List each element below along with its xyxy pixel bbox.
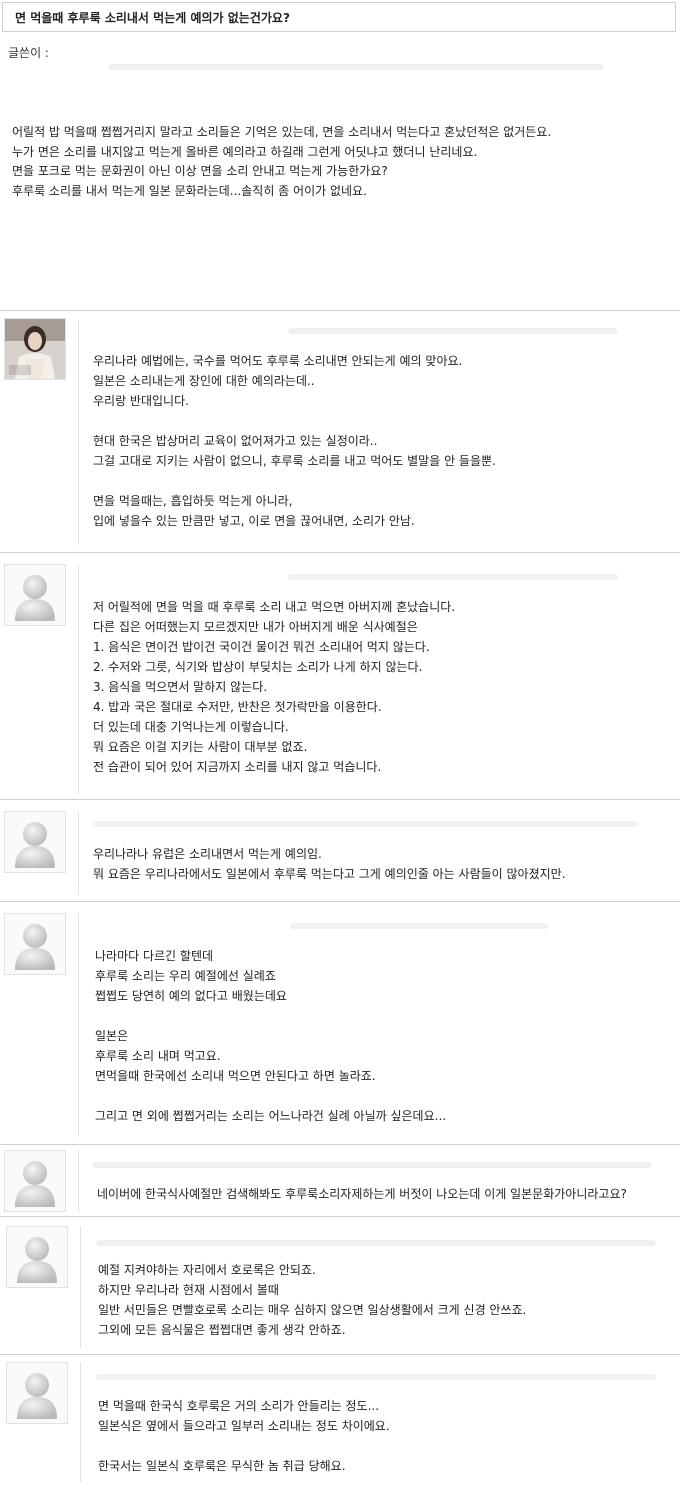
comment-text: 예절 지켜야하는 자리에서 호로록은 안되죠. 하지만 우리나라 현재 시점에서… <box>98 1260 526 1340</box>
comment-line: 그걸 고대로 지키는 사람이 없으니, 후루룩 소리를 내고 먹어도 별말을 안… <box>93 454 496 468</box>
comment-line: 전 습관이 되어 있어 지금까지 소리를 내지 않고 먹습니다. <box>93 760 382 774</box>
comment-text: 우리나라 예법에는, 국수를 먹어도 후루룩 소리내면 안되는게 예의 맞아요.… <box>93 351 496 531</box>
comment-border <box>78 320 79 545</box>
comment-text: 우리나라나 유럽은 소리내면서 먹는게 예의임. 뭐 요즘은 우리나라에서도 일… <box>93 844 566 884</box>
comment-border <box>80 1362 81 1482</box>
comment-line: 예절 지켜야하는 자리에서 호로록은 안되죠. <box>98 1263 316 1277</box>
comment-divider <box>0 1216 680 1217</box>
comment-border <box>78 913 79 1137</box>
comment-line: 입에 넣을수 있는 만큼만 넣고, 이로 면을 끊어내면, 소리가 안남. <box>93 514 415 528</box>
comment-border <box>78 1150 79 1212</box>
comment-line: 1. 음식은 면이건 밥이건 국이건 물이건 뭐건 소리내어 먹지 않는다. <box>93 640 430 654</box>
avatar[interactable] <box>6 1362 68 1424</box>
comment-divider <box>0 1144 680 1145</box>
comment-border <box>78 811 79 895</box>
comment-line: 면먹을때 한국에선 소리내 먹으면 안된다고 하면 놀라죠. <box>95 1069 376 1083</box>
comment: 네이버에 한국식사예절만 검색해봐도 후루룩소리자제하는게 버젓이 나오는데 이… <box>0 1144 680 1216</box>
comment-line: 다른 집은 어떠했는지 모르겠지만 내가 아버지게 배운 식사예절은 <box>93 620 418 634</box>
comment-text: 면 먹을때 한국식 호루룩은 거의 소리가 안들리는 정도... 일본식은 옆에… <box>98 1396 390 1476</box>
comment-line: 우리나라나 유럽은 소리내면서 먹는게 예의임. <box>93 847 322 861</box>
comment-line: 일본식은 옆에서 들으라고 일부러 소리내는 정도 차이에요. <box>98 1419 390 1433</box>
default-user-icon <box>15 1161 55 1207</box>
comment-line: 뭐 요즘은 우리나라에서도 일본에서 후루룩 먹는다고 그게 예의인줄 아는 사… <box>93 867 566 881</box>
avatar[interactable] <box>6 1226 68 1288</box>
comment-line: 하지만 우리나라 현재 시점에서 볼때 <box>98 1283 279 1297</box>
commenter-name-redacted <box>290 923 548 929</box>
comment: 예절 지켜야하는 자리에서 호로록은 안되죠. 하지만 우리나라 현재 시점에서… <box>0 1216 680 1354</box>
comment-line: 네이버에 한국식사예절만 검색해봐도 후루룩소리자제하는게 버젓이 나오는데 이… <box>97 1187 627 1201</box>
avatar[interactable] <box>4 1150 66 1212</box>
comment-line: 일본은 소리내는게 장인에 대한 예의라는데.. <box>93 374 315 388</box>
default-user-icon <box>15 924 55 970</box>
comment-border <box>80 1226 81 1348</box>
commenter-name-redacted <box>96 1240 656 1246</box>
comment-line: 후루룩 소리 내며 먹고요. <box>95 1049 221 1063</box>
comment-line: 나라마다 다르긴 할텐데 <box>95 949 214 963</box>
comment-line: 저 어릴적에 면을 먹을 때 후루룩 소리 내고 먹으면 아버지께 혼났습니다. <box>93 600 456 614</box>
comment-line: 쩝쩝도 당연히 예의 없다고 배웠는데요 <box>95 989 287 1003</box>
comment-line: 우리나라 예법에는, 국수를 먹어도 후루룩 소리내면 안되는게 예의 맞아요. <box>93 354 463 368</box>
comment-line: 3. 음식을 먹으면서 말하지 않는다. <box>93 680 268 694</box>
avatar[interactable] <box>4 811 66 873</box>
comment-line: 현대 한국은 밥상머리 교육이 없어져가고 있는 실정이라.. <box>93 434 378 448</box>
comment-line: 면 먹을때 한국식 호루룩은 거의 소리가 안들리는 정도... <box>98 1399 380 1413</box>
comment-line: 우리랑 반대입니다. <box>93 394 189 408</box>
post-body: 어릴적 밥 먹을때 쩝쩝거리지 말라고 소리들은 기억은 있는데, 면을 소리내… <box>12 123 667 201</box>
comment-line: 그리고 면 외에 쩝쩝거리는 소리는 어느나라건 실례 아닐까 싶은데요... <box>95 1109 447 1123</box>
comment: 저 어릴적에 면을 먹을 때 후루룩 소리 내고 먹으면 아버지께 혼났습니다.… <box>0 552 680 799</box>
comment-divider <box>0 901 680 902</box>
commenter-name-redacted <box>92 1162 652 1168</box>
comment: 우리나라 예법에는, 국수를 먹어도 후루룩 소리내면 안되는게 예의 맞아요.… <box>0 310 680 552</box>
post-body-line: 후루룩 소리를 내서 먹는게 일본 문화라는데...솔직히 좀 어이가 없네요. <box>12 183 367 198</box>
comment-line: 후루룩 소리는 우리 예절에선 실례죠 <box>95 969 276 983</box>
default-user-icon <box>17 1373 57 1419</box>
comment-line: 2. 수저와 그릇, 식기와 밥상이 부딪치는 소리가 나게 하지 않는다. <box>93 660 423 674</box>
comment-line <box>93 471 496 491</box>
post-title-bar: 면 먹을때 후루룩 소리내서 먹는게 예의가 없는건가요? <box>2 2 676 32</box>
commenter-name-redacted <box>288 328 618 334</box>
commenter-name-redacted <box>96 1374 656 1380</box>
comment-border <box>78 566 79 794</box>
comment-line <box>98 1436 390 1456</box>
author-name-redacted <box>108 64 604 70</box>
comment: 우리나라나 유럽은 소리내면서 먹는게 예의임. 뭐 요즘은 우리나라에서도 일… <box>0 799 680 901</box>
default-user-icon <box>15 575 55 621</box>
comment-line: 일본은 <box>95 1029 129 1043</box>
comment-line: 뭐 요즘은 이걸 지키는 사람이 대부분 없죠. <box>93 740 308 754</box>
post-body-line: 누가 면은 소리를 내지않고 먹는게 올바른 예의라고 하길래 그런게 어딧냐고… <box>12 144 478 159</box>
comment-line <box>93 411 496 431</box>
default-user-icon <box>15 822 55 868</box>
comment-line: 더 있는데 대충 기억나는게 이렇습니다. <box>93 720 289 734</box>
comment-line: 면을 먹을때는, 흡입하듯 먹는게 아니라, <box>93 494 293 508</box>
commenter-name-redacted <box>288 574 618 580</box>
comment-line <box>95 1006 446 1026</box>
comment-divider <box>0 552 680 553</box>
comment-line: 4. 밥과 국은 절대로 수저만, 반찬은 젓가락만을 이용한다. <box>93 700 382 714</box>
avatar[interactable] <box>4 564 66 626</box>
post-body-line: 어릴적 밥 먹을때 쩝쩝거리지 말라고 소리들은 기억은 있는데, 면을 소리내… <box>12 125 552 139</box>
comment-divider <box>0 310 680 311</box>
user-photo-icon <box>5 319 65 379</box>
comment-line: 한국서는 일본식 호루룩은 무식한 놈 취급 당해요. <box>98 1459 346 1473</box>
comment-line: 그외에 모든 음식물은 쩝쩝대면 좋게 생각 안하죠. <box>98 1323 346 1337</box>
comment-text: 저 어릴적에 면을 먹을 때 후루룩 소리 내고 먹으면 아버지께 혼났습니다.… <box>93 597 455 777</box>
comment-line: 일반 서민들은 면빨호로록 소리는 매우 심하지 않으면 일상생활에서 크게 신… <box>98 1303 527 1317</box>
avatar[interactable] <box>4 913 66 975</box>
default-user-icon <box>17 1237 57 1283</box>
author-label: 글쓴이 : <box>8 46 49 60</box>
post-body-line: 면을 포크로 먹는 문화권이 아닌 이상 면을 소리 안내고 먹는게 가능한가요… <box>12 164 388 178</box>
commenter-name-redacted <box>92 821 637 827</box>
comment: 나라마다 다르긴 할텐데 후루룩 소리는 우리 예절에선 실례죠 쩝쩝도 당연히… <box>0 901 680 1144</box>
comment-divider <box>0 799 680 800</box>
avatar[interactable] <box>4 318 66 380</box>
comment: 면 먹을때 한국식 호루룩은 거의 소리가 안들리는 정도... 일본식은 옆에… <box>0 1354 680 1503</box>
comment-divider <box>0 1354 680 1355</box>
comment-text: 나라마다 다르긴 할텐데 후루룩 소리는 우리 예절에선 실례죠 쩝쩝도 당연히… <box>95 946 446 1126</box>
comment-line <box>95 1086 446 1106</box>
post-title: 면 먹을때 후루룩 소리내서 먹는게 예의가 없는건가요? <box>15 11 290 25</box>
comment-text: 네이버에 한국식사예절만 검색해봐도 후루룩소리자제하는게 버젓이 나오는데 이… <box>97 1184 627 1204</box>
